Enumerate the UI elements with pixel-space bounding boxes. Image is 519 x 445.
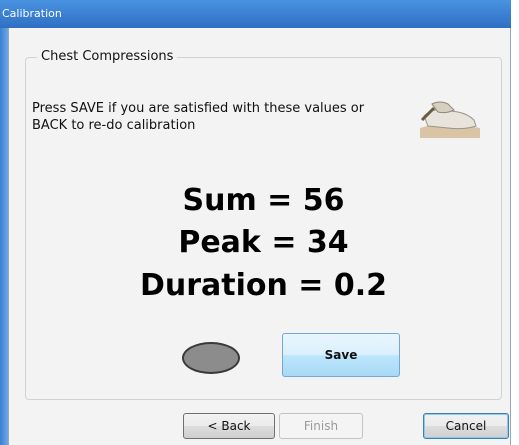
calibration-dialog: Calibration Chest Compressions Press SAV…: [0, 0, 519, 445]
title-bar: Calibration: [0, 0, 511, 28]
finish-button[interactable]: Finish: [279, 413, 363, 439]
window-title: Calibration: [2, 7, 62, 20]
duration-value: Duration = 0.2: [139, 268, 388, 303]
instructions-line-2: BACK to re-do calibration: [32, 118, 196, 133]
peak-value: Peak = 34: [178, 225, 349, 260]
sum-value: Sum = 56: [182, 183, 345, 218]
window-frame-right: [511, 0, 519, 445]
cancel-button[interactable]: Cancel: [423, 413, 509, 439]
save-button[interactable]: Save: [282, 333, 400, 377]
cpr-hands-icon: [418, 94, 482, 140]
instructions-text: Press SAVE if you are satisfied with the…: [32, 100, 392, 134]
group-title: Chest Compressions: [37, 49, 178, 64]
instructions-line-1: Press SAVE if you are satisfied with the…: [32, 101, 365, 116]
window-frame-left: [0, 28, 8, 445]
back-button[interactable]: < Back: [183, 413, 275, 439]
status-led-icon: [182, 342, 240, 374]
